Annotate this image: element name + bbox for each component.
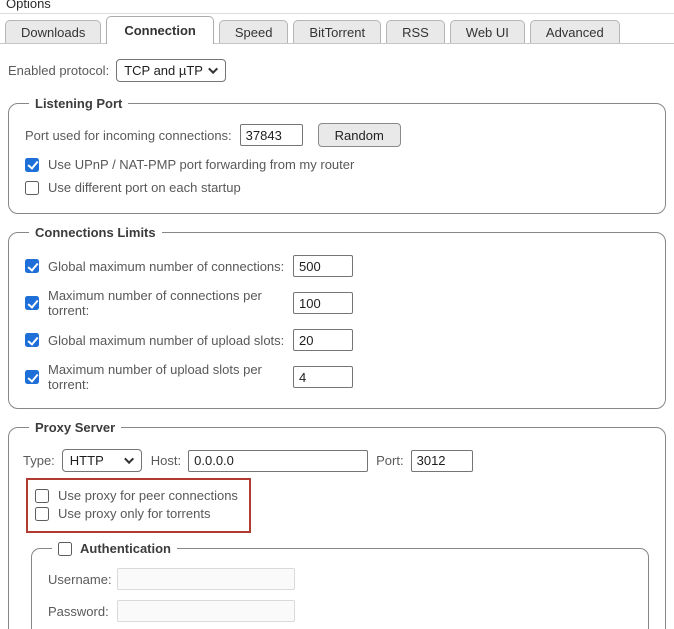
connection-tab-panel: Enabled protocol: TCP and µTP Listening … xyxy=(0,44,674,629)
enabled-protocol-value: TCP and µTP xyxy=(124,63,203,78)
proxy-host-input[interactable] xyxy=(188,450,368,472)
upload-slots-per-torrent-label: Maximum number of upload slots per torre… xyxy=(48,362,293,392)
proxy-username-row: Username: xyxy=(48,568,636,590)
global-max-connections-row: Global maximum number of connections: xyxy=(25,255,653,277)
enabled-protocol-row: Enabled protocol: TCP and µTP xyxy=(8,59,666,82)
proxy-password-input[interactable] xyxy=(117,600,295,622)
authentication-checkbox[interactable] xyxy=(58,542,72,556)
incoming-port-label: Port used for incoming connections: xyxy=(25,128,232,143)
tab-connection[interactable]: Connection xyxy=(106,16,214,44)
random-port-button[interactable]: Random xyxy=(318,123,401,147)
global-upload-slots-checkbox[interactable] xyxy=(25,333,39,347)
global-upload-slots-row: Global maximum number of upload slots: xyxy=(25,329,653,351)
global-max-connections-label: Global maximum number of connections: xyxy=(48,259,293,274)
authentication-legend-text: Authentication xyxy=(80,541,171,556)
connections-limits-legend: Connections Limits xyxy=(29,225,162,240)
proxy-port-input[interactable] xyxy=(411,450,473,472)
upload-slots-per-torrent-input[interactable] xyxy=(293,366,353,388)
listening-port-legend: Listening Port xyxy=(29,96,128,111)
upnp-label: Use UPnP / NAT-PMP port forwarding from … xyxy=(48,157,354,172)
different-port-row[interactable]: Use different port on each startup xyxy=(25,180,653,195)
window-title-bar: Options xyxy=(0,0,674,14)
proxy-type-select[interactable]: HTTP xyxy=(62,449,142,472)
authentication-group: Authentication Username: Password: Info:… xyxy=(31,541,649,629)
incoming-port-input[interactable] xyxy=(240,124,303,146)
max-connections-per-torrent-label: Maximum number of connections per torren… xyxy=(48,288,293,318)
proxy-username-label: Username: xyxy=(48,572,114,587)
window-title: Options xyxy=(6,0,51,11)
proxy-username-input[interactable] xyxy=(117,568,295,590)
proxy-only-torrents-checkbox[interactable] xyxy=(35,507,49,521)
chevron-down-icon xyxy=(124,454,134,464)
tab-bittorrent[interactable]: BitTorrent xyxy=(293,20,381,43)
authentication-legend: Authentication xyxy=(52,541,177,556)
proxy-server-group: Proxy Server Type: HTTP Host: Port: Use … xyxy=(8,420,666,629)
enabled-protocol-select[interactable]: TCP and µTP xyxy=(116,59,226,82)
proxy-server-legend: Proxy Server xyxy=(29,420,121,435)
proxy-port-label: Port: xyxy=(376,453,403,468)
tab-rss[interactable]: RSS xyxy=(386,20,445,43)
chevron-down-icon xyxy=(208,64,218,74)
max-connections-per-torrent-row: Maximum number of connections per torren… xyxy=(25,288,653,318)
proxy-type-value: HTTP xyxy=(70,453,104,468)
annotation-highlight-box: Use proxy for peer connections Use proxy… xyxy=(26,478,251,533)
proxy-only-torrents-row[interactable]: Use proxy only for torrents xyxy=(35,506,238,521)
tab-webui[interactable]: Web UI xyxy=(450,20,525,43)
tab-speed[interactable]: Speed xyxy=(219,20,289,43)
proxy-type-label: Type: xyxy=(23,453,55,468)
max-connections-per-torrent-input[interactable] xyxy=(293,292,353,314)
proxy-only-torrents-label: Use proxy only for torrents xyxy=(58,506,210,521)
incoming-port-row: Port used for incoming connections: Rand… xyxy=(25,123,653,147)
upnp-checkbox[interactable] xyxy=(25,158,39,172)
max-connections-per-torrent-checkbox[interactable] xyxy=(25,296,39,310)
global-upload-slots-label: Global maximum number of upload slots: xyxy=(48,333,293,348)
upnp-row[interactable]: Use UPnP / NAT-PMP port forwarding from … xyxy=(25,157,653,172)
proxy-type-row: Type: HTTP Host: Port: xyxy=(23,449,653,472)
options-tab-bar: Downloads Connection Speed BitTorrent RS… xyxy=(0,14,674,44)
global-max-connections-checkbox[interactable] xyxy=(25,259,39,273)
tab-downloads[interactable]: Downloads xyxy=(5,20,101,43)
proxy-peer-connections-label: Use proxy for peer connections xyxy=(58,488,238,503)
upload-slots-per-torrent-checkbox[interactable] xyxy=(25,370,39,384)
upload-slots-per-torrent-row: Maximum number of upload slots per torre… xyxy=(25,362,653,392)
proxy-host-label: Host: xyxy=(151,453,181,468)
enabled-protocol-label: Enabled protocol: xyxy=(8,63,109,78)
tab-advanced[interactable]: Advanced xyxy=(530,20,620,43)
different-port-checkbox[interactable] xyxy=(25,181,39,195)
proxy-password-label: Password: xyxy=(48,604,114,619)
proxy-password-row: Password: xyxy=(48,600,636,622)
global-max-connections-input[interactable] xyxy=(293,255,353,277)
proxy-peer-connections-checkbox[interactable] xyxy=(35,489,49,503)
connections-limits-group: Connections Limits Global maximum number… xyxy=(8,225,666,409)
different-port-label: Use different port on each startup xyxy=(48,180,241,195)
listening-port-group: Listening Port Port used for incoming co… xyxy=(8,96,666,214)
proxy-peer-connections-row[interactable]: Use proxy for peer connections xyxy=(35,488,238,503)
global-upload-slots-input[interactable] xyxy=(293,329,353,351)
